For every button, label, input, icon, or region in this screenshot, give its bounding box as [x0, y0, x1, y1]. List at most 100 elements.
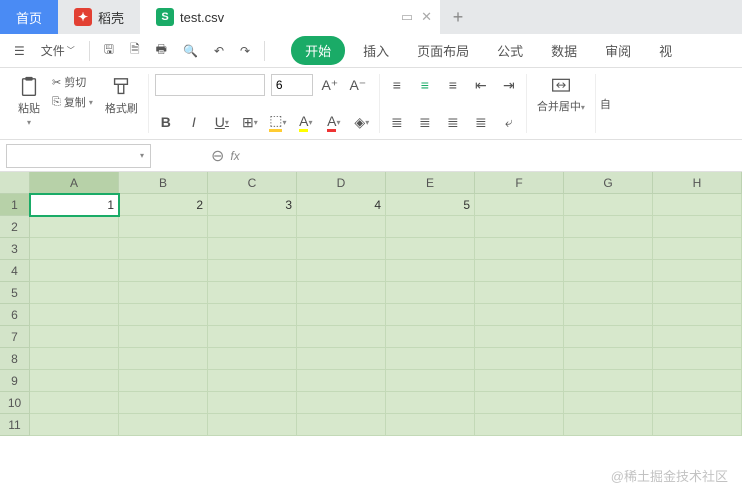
tab-home[interactable]: 首页 — [0, 0, 58, 34]
column-header[interactable]: D — [297, 172, 386, 194]
cell[interactable] — [30, 216, 119, 238]
cell[interactable] — [475, 216, 564, 238]
merge-center-button[interactable]: 合并居中▾ — [533, 74, 589, 116]
font-size-select[interactable] — [271, 74, 313, 96]
cell[interactable] — [119, 392, 208, 414]
cell[interactable] — [297, 216, 386, 238]
cell[interactable] — [30, 370, 119, 392]
column-header[interactable]: H — [653, 172, 742, 194]
cell[interactable] — [386, 414, 475, 436]
cell[interactable] — [653, 260, 742, 282]
cell[interactable] — [653, 194, 742, 216]
cell[interactable] — [564, 260, 653, 282]
row-header[interactable]: 3 — [0, 238, 30, 260]
cell[interactable] — [30, 348, 119, 370]
row-header[interactable]: 1 — [0, 194, 30, 216]
cell[interactable] — [475, 392, 564, 414]
cell[interactable] — [119, 326, 208, 348]
close-icon[interactable]: ✕ — [421, 9, 432, 25]
cell[interactable] — [30, 304, 119, 326]
cell[interactable] — [653, 304, 742, 326]
cell[interactable] — [564, 216, 653, 238]
font-color-button[interactable]: A▾ — [323, 111, 345, 133]
cell[interactable] — [386, 348, 475, 370]
cell[interactable] — [386, 238, 475, 260]
ribbon-tab-view[interactable]: 视 — [649, 36, 682, 65]
cell[interactable] — [475, 414, 564, 436]
cancel-formula-icon[interactable]: ⊖ — [211, 146, 224, 166]
print-icon[interactable]: 🖶 — [150, 36, 173, 65]
cell[interactable] — [30, 326, 119, 348]
cell[interactable] — [475, 238, 564, 260]
tab-docer[interactable]: ✦ 稻壳 — [58, 0, 140, 34]
cell[interactable]: 5 — [386, 194, 475, 216]
cell[interactable] — [564, 414, 653, 436]
align-top-icon[interactable]: ≡ — [386, 74, 408, 96]
copy-button[interactable]: ⎘复制▾ — [52, 94, 93, 110]
cell[interactable] — [475, 370, 564, 392]
cell[interactable] — [297, 260, 386, 282]
cell[interactable] — [653, 326, 742, 348]
cell[interactable] — [564, 194, 653, 216]
column-header[interactable]: C — [208, 172, 297, 194]
cell[interactable] — [208, 216, 297, 238]
cell[interactable] — [208, 326, 297, 348]
cell[interactable] — [653, 370, 742, 392]
cell[interactable] — [30, 238, 119, 260]
cell[interactable] — [119, 260, 208, 282]
increase-font-icon[interactable]: A⁺ — [319, 74, 341, 96]
cell[interactable]: 1 — [30, 194, 119, 216]
border-button[interactable]: ⊞▾ — [239, 111, 261, 133]
align-middle-icon[interactable]: ≡ — [414, 74, 436, 96]
cell[interactable] — [564, 392, 653, 414]
ribbon-tab-formula[interactable]: 公式 — [487, 36, 533, 65]
ribbon-tab-review[interactable]: 审阅 — [595, 36, 641, 65]
cell[interactable] — [297, 414, 386, 436]
hamburger-icon[interactable]: ☰ — [8, 40, 31, 62]
preview-icon[interactable]: 🔍 — [177, 40, 204, 62]
align-center-icon[interactable]: ≣ — [414, 111, 436, 133]
cell[interactable] — [119, 414, 208, 436]
ribbon-tab-start[interactable]: 开始 — [291, 36, 345, 65]
cell[interactable] — [297, 370, 386, 392]
cell[interactable] — [30, 392, 119, 414]
cell[interactable] — [30, 414, 119, 436]
cell[interactable] — [30, 282, 119, 304]
cell[interactable] — [297, 238, 386, 260]
cell[interactable] — [564, 304, 653, 326]
cell[interactable] — [208, 238, 297, 260]
redo-icon[interactable]: ↷ — [234, 40, 256, 62]
wrap-text-icon[interactable]: ⤶ — [498, 111, 520, 133]
font-name-select[interactable] — [155, 74, 265, 96]
row-header[interactable]: 11 — [0, 414, 30, 436]
name-box[interactable]: ▾ — [6, 144, 151, 168]
cell[interactable] — [475, 282, 564, 304]
undo-icon[interactable]: ↶ — [208, 40, 230, 62]
cell[interactable] — [653, 216, 742, 238]
cell[interactable] — [564, 282, 653, 304]
cell[interactable] — [386, 282, 475, 304]
cell[interactable] — [653, 348, 742, 370]
ribbon-tab-insert[interactable]: 插入 — [353, 36, 399, 65]
column-header[interactable]: E — [386, 172, 475, 194]
cell[interactable] — [653, 392, 742, 414]
bold-button[interactable]: B — [155, 111, 177, 133]
column-header[interactable]: F — [475, 172, 564, 194]
cell[interactable] — [475, 260, 564, 282]
cell[interactable] — [386, 216, 475, 238]
ribbon-tab-data[interactable]: 数据 — [541, 36, 587, 65]
cell[interactable] — [564, 326, 653, 348]
italic-button[interactable]: I — [183, 111, 205, 133]
align-left-icon[interactable]: ≣ — [386, 111, 408, 133]
cell[interactable] — [208, 370, 297, 392]
cut-button[interactable]: ✂剪切 — [52, 74, 93, 90]
ribbon-tab-layout[interactable]: 页面布局 — [407, 36, 479, 65]
save-as-icon[interactable]: 🗎 — [124, 36, 146, 65]
restore-icon[interactable]: ▭ — [401, 9, 413, 25]
row-header[interactable]: 9 — [0, 370, 30, 392]
select-all-corner[interactable] — [0, 172, 30, 194]
cell[interactable] — [208, 304, 297, 326]
cell[interactable] — [386, 304, 475, 326]
column-header[interactable]: G — [564, 172, 653, 194]
paste-button[interactable]: 粘贴▾ — [14, 74, 44, 129]
